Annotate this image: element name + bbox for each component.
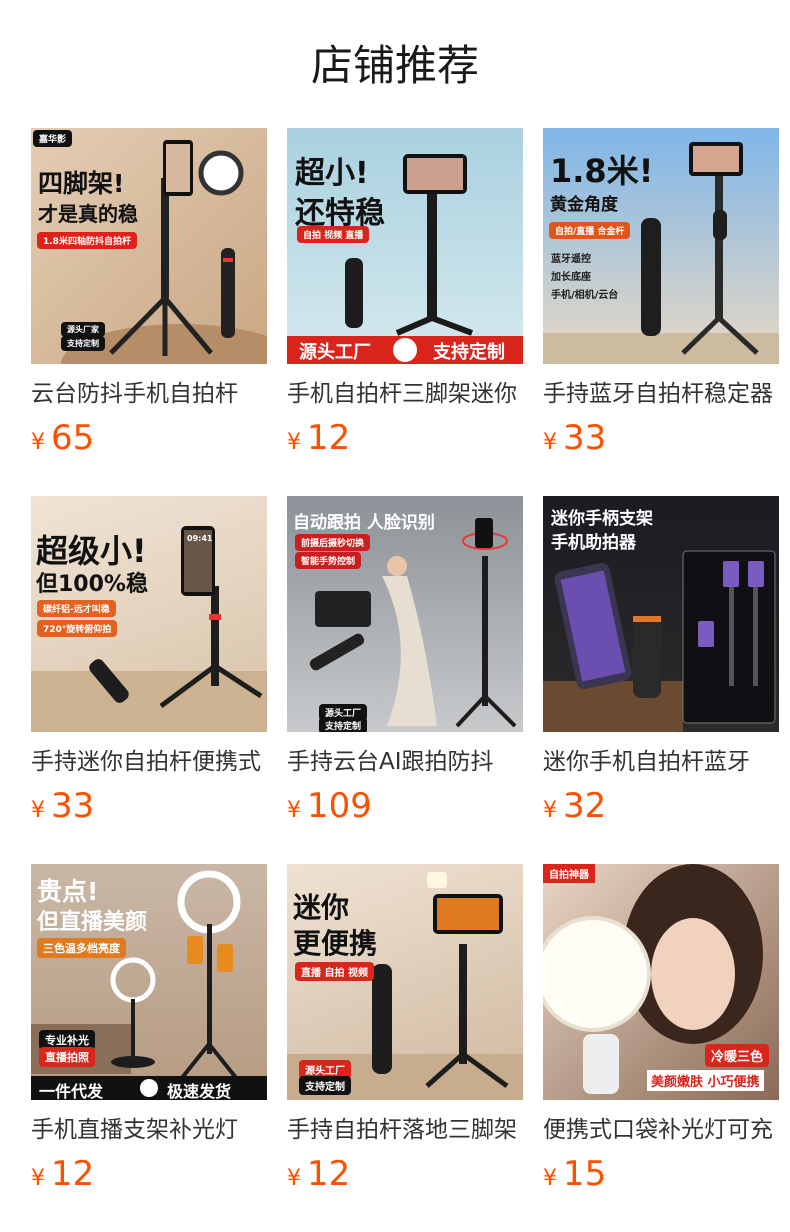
image-tag: 支持定制	[319, 717, 368, 732]
price-value: 65	[51, 418, 95, 458]
image-badge: 自拍/直播 合金杆	[549, 222, 631, 239]
image-headline: 迷你	[293, 891, 350, 924]
product-image[interactable]: 迷你 更便携 直播 自拍 视频 源头工厂 支持定制	[287, 864, 523, 1100]
image-banner-right: 极速发货	[167, 1082, 232, 1100]
price-value: 109	[307, 786, 372, 826]
image-headline: 超小!	[295, 156, 369, 191]
product-name[interactable]: 便携式口袋补光灯可充	[543, 1114, 779, 1146]
product-card[interactable]: 超小! 还特稳 自拍 视频 直播 源头工厂 支持定制 手机自拍杆三脚架迷你 ¥1…	[287, 128, 523, 460]
product-name[interactable]: 手持迷你自拍杆便携式	[31, 746, 267, 778]
product-image[interactable]: 超级小! 但100%稳 碳纤铝-远才叫稳 720°旋转俯仰拍 09:41	[31, 496, 267, 732]
currency-symbol: ¥	[31, 430, 45, 455]
product-card[interactable]: 自拍神器 冷暖三色 美颜嫩肤 小巧便携 便携式口袋补光灯可充 ¥15	[543, 864, 779, 1196]
image-headline: 贵点!	[37, 877, 99, 906]
image-badge: 自拍 视频 直播	[297, 226, 370, 243]
currency-symbol: ¥	[287, 430, 301, 455]
image-headline: 四脚架!	[38, 169, 125, 198]
product-price: ¥15	[543, 1152, 779, 1196]
image-tag: 支持定制	[61, 336, 105, 351]
feature-item: 蓝牙遥控	[551, 254, 591, 265]
price-value: 15	[563, 1154, 607, 1194]
image-subheadline: 才是真的稳	[38, 202, 138, 226]
product-card[interactable]: 迷你 更便携 直播 自拍 视频 源头工厂 支持定制 手持自拍杆落地三脚架 ¥12	[287, 864, 523, 1196]
price-value: 12	[307, 1154, 351, 1194]
currency-symbol: ¥	[543, 430, 557, 455]
product-image[interactable]: 超小! 还特稳 自拍 视频 直播 源头工厂 支持定制	[287, 128, 523, 364]
product-image[interactable]: 1.8米! 黄金角度 自拍/直播 合金杆 蓝牙遥控 加长底座 手机/相机/云台	[543, 128, 779, 364]
price-value: 12	[307, 418, 351, 458]
image-banner-right: 支持定制	[433, 342, 505, 363]
image-headline: 自动跟拍 人脸识别	[293, 513, 435, 533]
product-card[interactable]: 迷你手柄支架 手机助拍器 迷你手机自拍杆蓝牙 ¥32	[543, 496, 779, 828]
product-image[interactable]: 迷你手柄支架 手机助拍器	[543, 496, 779, 732]
image-banner-left: 一件代发	[39, 1082, 104, 1100]
product-card[interactable]: 超级小! 但100%稳 碳纤铝-远才叫稳 720°旋转俯仰拍 09:41 手持迷…	[31, 496, 267, 828]
product-card[interactable]: 嘉华影 四脚架! 才是真的稳 1.8米四轴防抖自拍杆 源头厂家 支持定制 云台防…	[31, 128, 267, 460]
product-price: ¥109	[287, 784, 523, 828]
currency-symbol: ¥	[287, 1166, 301, 1191]
image-subheadline: 更便携	[293, 927, 378, 960]
image-badge: 三色温多档亮度	[37, 938, 126, 958]
product-grid: 嘉华影 四脚架! 才是真的稳 1.8米四轴防抖自拍杆 源头厂家 支持定制 云台防…	[0, 0, 790, 1232]
product-name[interactable]: 手持自拍杆落地三脚架	[287, 1114, 523, 1146]
feature-item: 手机/相机/云台	[551, 290, 619, 301]
image-banner: 美颜嫩肤 小巧便携	[647, 1070, 764, 1091]
product-price: ¥33	[543, 416, 779, 460]
product-image[interactable]: 嘉华影 四脚架! 才是真的稳 1.8米四轴防抖自拍杆 源头厂家 支持定制	[31, 128, 267, 364]
price-value: 33	[563, 418, 607, 458]
image-headline: 1.8米!	[550, 152, 654, 190]
image-subheadline: 黄金角度	[550, 195, 618, 215]
screen-time: 09:41	[187, 534, 213, 543]
product-price: ¥12	[287, 416, 523, 460]
feature-item: 加长底座	[551, 272, 591, 283]
product-image[interactable]: 自拍神器 冷暖三色 美颜嫩肤 小巧便携	[543, 864, 779, 1100]
product-name[interactable]: 手持蓝牙自拍杆稳定器	[543, 378, 779, 410]
currency-symbol: ¥	[31, 1166, 45, 1191]
brand-label: 嘉华影	[33, 130, 73, 147]
currency-symbol: ¥	[287, 798, 301, 823]
product-name[interactable]: 迷你手机自拍杆蓝牙	[543, 746, 779, 778]
image-badge: 碳纤铝-远才叫稳	[37, 600, 116, 617]
image-subheadline: 但直播美颜	[37, 910, 148, 935]
image-banner-left: 源头工厂	[299, 342, 371, 363]
price-value: 32	[563, 786, 607, 826]
image-tag: 直播拍照	[39, 1047, 95, 1067]
product-image[interactable]: 自动跟拍 人脸识别 前摄后摄秒切换 智能手势控制 源头工厂 支持定制	[287, 496, 523, 732]
image-subheadline: 但100%稳	[36, 572, 148, 597]
image-tag: 源头厂家	[61, 322, 105, 337]
product-price: ¥12	[31, 1152, 267, 1196]
image-tag: 支持定制	[299, 1076, 351, 1095]
product-price: ¥33	[31, 784, 267, 828]
price-value: 33	[51, 786, 95, 826]
product-price: ¥12	[287, 1152, 523, 1196]
image-badge: 前摄后摄秒切换	[295, 534, 371, 551]
product-name[interactable]: 云台防抖手机自拍杆	[31, 378, 267, 410]
image-subheadline: 手机助拍器	[551, 533, 636, 553]
price-value: 12	[51, 1154, 95, 1194]
image-badge: 智能手势控制	[295, 552, 362, 569]
image-badge: 直播 自拍 视频	[295, 962, 374, 981]
product-name[interactable]: 手机直播支架补光灯	[31, 1114, 267, 1146]
product-card[interactable]: 自动跟拍 人脸识别 前摄后摄秒切换 智能手势控制 源头工厂 支持定制 手持云台A…	[287, 496, 523, 828]
image-badge: 720°旋转俯仰拍	[37, 620, 118, 637]
product-card[interactable]: 贵点! 但直播美颜 三色温多档亮度 专业补光 直播拍照 一件代发 极速发货 手机…	[31, 864, 267, 1196]
product-name[interactable]: 手机自拍杆三脚架迷你	[287, 378, 523, 410]
currency-symbol: ¥	[543, 798, 557, 823]
product-price: ¥65	[31, 416, 267, 460]
currency-symbol: ¥	[543, 1166, 557, 1191]
image-badge: 冷暖三色	[705, 1044, 770, 1067]
product-name[interactable]: 手持云台AI跟拍防抖	[287, 746, 523, 778]
image-corner-label: 自拍神器	[543, 864, 595, 883]
product-price: ¥32	[543, 784, 779, 828]
product-card[interactable]: 1.8米! 黄金角度 自拍/直播 合金杆 蓝牙遥控 加长底座 手机/相机/云台 …	[543, 128, 779, 460]
product-image[interactable]: 贵点! 但直播美颜 三色温多档亮度 专业补光 直播拍照 一件代发 极速发货	[31, 864, 267, 1100]
image-badge: 1.8米四轴防抖自拍杆	[37, 232, 137, 249]
image-headline: 迷你手柄支架	[551, 509, 653, 529]
currency-symbol: ¥	[31, 798, 45, 823]
